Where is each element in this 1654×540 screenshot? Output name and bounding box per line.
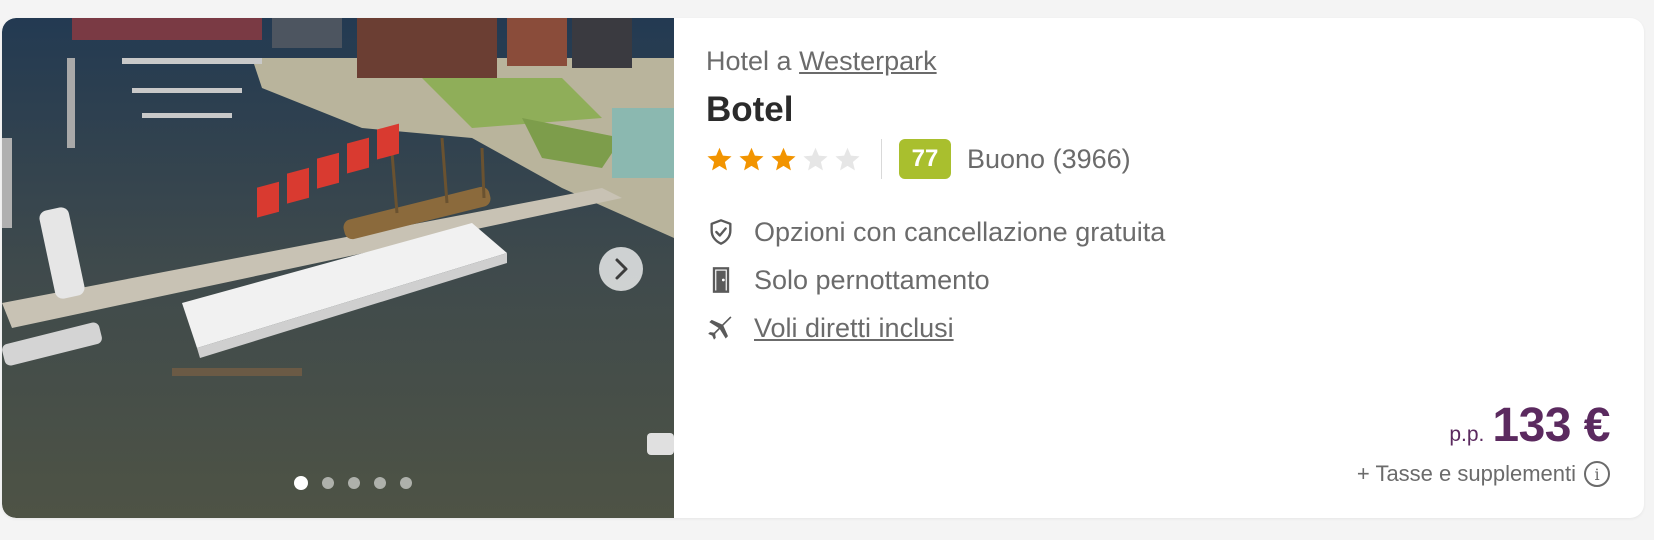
taxes-text: + Tasse e supplementi (1356, 461, 1576, 486)
feature-direct-flights: Voli diretti inclusi (706, 304, 1165, 352)
star-rating (706, 146, 861, 173)
location-area-link[interactable]: Westerpark (799, 46, 937, 76)
price-block: p.p. 133 € + Tasse e supplementi i (1357, 398, 1610, 487)
star-icon (739, 147, 764, 170)
hotel-card[interactable]: Hotel a Westerpark Botel 77 Buono (3966) (2, 18, 1644, 518)
shield-check-icon (706, 217, 736, 247)
chevron-right-icon (615, 258, 628, 280)
rating-divider (881, 139, 882, 179)
feature-room-only: Solo pernottamento (706, 256, 1165, 304)
price-per-person-label: p.p. (1449, 423, 1485, 446)
hotel-photo-gallery[interactable] (2, 18, 674, 518)
hotel-name: Botel (706, 90, 794, 129)
location-prefix: Hotel a (706, 46, 792, 76)
star-icon (771, 147, 796, 170)
info-icon[interactable]: i (1584, 461, 1610, 487)
review-score-label: Buono (3966) (967, 143, 1131, 174)
feature-list: Opzioni con cancellazione gratuita Solo … (706, 208, 1165, 352)
feature-free-cancellation: Opzioni con cancellazione gratuita (706, 208, 1165, 256)
hotel-location: Hotel a Westerpark (706, 46, 937, 77)
star-icon (707, 147, 732, 170)
gallery-dot[interactable] (400, 477, 412, 489)
feature-text: Solo pernottamento (754, 264, 990, 295)
hotel-photo (2, 18, 674, 518)
gallery-dot[interactable] (294, 476, 308, 490)
airplane-icon (706, 313, 736, 343)
gallery-dot[interactable] (374, 477, 386, 489)
star-empty-icon (835, 147, 860, 170)
gallery-dot[interactable] (322, 477, 334, 489)
door-icon (706, 265, 736, 295)
rating-row: 77 Buono (3966) (706, 138, 1131, 180)
gallery-dot[interactable] (348, 477, 360, 489)
price-line: p.p. 133 € (1357, 398, 1610, 453)
direct-flights-link[interactable]: Voli diretti inclusi (754, 313, 954, 344)
gallery-pagination (2, 476, 674, 490)
feature-text: Opzioni con cancellazione gratuita (754, 216, 1166, 247)
review-score-badge: 77 (899, 139, 951, 179)
star-empty-icon (803, 147, 828, 170)
taxes-note: + Tasse e supplementi i (1357, 461, 1610, 487)
hotel-info: Hotel a Westerpark Botel 77 Buono (3966) (706, 18, 1644, 518)
next-image-button[interactable] (599, 247, 643, 291)
price-amount: 133 € (1492, 399, 1610, 452)
